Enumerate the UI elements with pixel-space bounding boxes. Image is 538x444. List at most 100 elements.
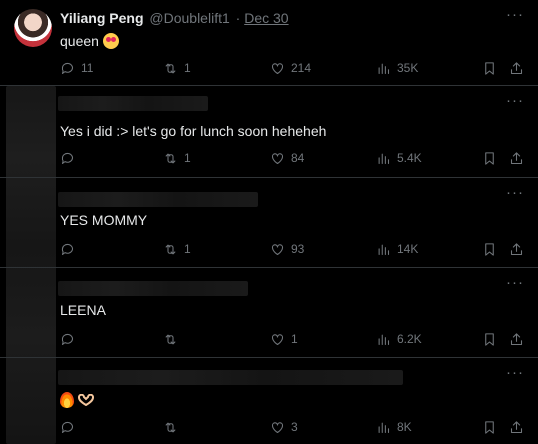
tweet-date[interactable]: Dec 30 (244, 10, 288, 26)
reply-icon (61, 333, 74, 345)
analytics-icon (378, 153, 390, 164)
bookmark-button[interactable] (482, 148, 497, 168)
reply-button[interactable]: 11 (60, 58, 93, 78)
reply-tweet[interactable]: ··· 3 8K (0, 358, 538, 444)
reply-button[interactable] (60, 239, 81, 259)
retweet-count: 1 (184, 61, 191, 75)
views-button[interactable]: 5.4K (376, 148, 422, 168)
like-count: 84 (291, 151, 305, 165)
views-button[interactable]: 6.2K (376, 329, 422, 349)
reply-tweet[interactable]: ··· YES MOMMY 1 93 14K (0, 178, 538, 268)
heart-hands-emoji (77, 394, 94, 406)
reply-button[interactable] (60, 329, 81, 349)
analytics-icon (378, 63, 390, 74)
reply-text: LEENA (60, 302, 106, 318)
retweet-button[interactable]: 1 (163, 58, 191, 78)
retweet-icon (165, 334, 176, 344)
retweet-button[interactable] (163, 417, 184, 437)
blurred-author (58, 192, 258, 207)
avatar[interactable] (14, 9, 52, 47)
retweet-icon (165, 244, 176, 254)
like-count: 1 (291, 332, 298, 346)
share-button[interactable] (509, 148, 524, 168)
bookmark-button[interactable] (482, 417, 497, 437)
like-button[interactable]: 3 (270, 417, 298, 437)
share-button[interactable] (509, 417, 524, 437)
like-button[interactable]: 1 (270, 329, 298, 349)
like-count: 3 (291, 420, 298, 434)
reply-icon (61, 243, 74, 255)
views-button[interactable]: 8K (376, 417, 412, 437)
view-count: 5.4K (397, 151, 422, 165)
heart-icon (271, 421, 284, 433)
retweet-count: 1 (184, 242, 191, 256)
heart-icon (271, 152, 284, 164)
retweet-icon (165, 63, 176, 73)
bookmark-button[interactable] (482, 239, 497, 259)
tweet-actions: 1 93 14K (60, 239, 530, 259)
heart-icon (271, 333, 284, 345)
share-button[interactable] (509, 58, 524, 78)
heart-eyes-emoji (102, 33, 119, 49)
reply-text: YES MOMMY (60, 212, 148, 228)
share-button[interactable] (509, 239, 524, 259)
blurred-author (58, 370, 403, 385)
reply-tweet[interactable]: ··· LEENA 1 6.2K (0, 268, 538, 358)
more-options-icon[interactable]: ··· (506, 7, 524, 22)
heart-icon (271, 62, 284, 74)
reply-icon (61, 152, 74, 164)
view-count: 35K (397, 61, 419, 75)
share-icon (510, 151, 523, 164)
fire-emoji (60, 392, 74, 408)
tweet-actions: 11 1 214 35K (60, 58, 530, 78)
tweet-text: queen (60, 33, 119, 49)
share-button[interactable] (509, 329, 524, 349)
bookmark-button[interactable] (482, 58, 497, 78)
views-button[interactable]: 14K (376, 239, 418, 259)
share-icon (510, 242, 523, 255)
like-count: 214 (291, 61, 312, 75)
blurred-author (58, 96, 208, 111)
retweet-button[interactable]: 1 (163, 239, 191, 259)
reply-tweet[interactable]: ··· Yes i did :> let's go for lunch soon… (0, 86, 538, 178)
share-icon (510, 420, 523, 433)
bookmark-icon (485, 242, 494, 256)
like-count: 93 (291, 242, 305, 256)
like-button[interactable]: 214 (270, 58, 311, 78)
retweet-button[interactable]: 1 (163, 148, 191, 168)
reply-text (60, 392, 94, 408)
retweet-icon (165, 153, 176, 163)
more-options-icon[interactable]: ··· (506, 185, 524, 200)
like-button[interactable]: 93 (270, 239, 304, 259)
heart-icon (271, 243, 284, 255)
analytics-icon (378, 422, 390, 433)
reply-text: Yes i did :> let's go for lunch soon heh… (60, 123, 327, 139)
like-button[interactable]: 84 (270, 148, 304, 168)
more-options-icon[interactable]: ··· (506, 365, 524, 380)
analytics-icon (378, 244, 390, 255)
retweet-count: 1 (184, 151, 191, 165)
tweet-header: Yiliang Peng @Doublelift1 · Dec 30 (60, 10, 289, 26)
tweet-actions: 1 84 5.4K (60, 148, 530, 168)
analytics-icon (378, 334, 390, 345)
more-options-icon[interactable]: ··· (506, 93, 524, 108)
tweet-text-content: queen (60, 33, 99, 49)
reply-icon (61, 421, 74, 433)
bookmark-button[interactable] (482, 329, 497, 349)
bookmark-icon (485, 420, 494, 434)
bookmark-icon (485, 332, 494, 346)
more-options-icon[interactable]: ··· (506, 275, 524, 290)
views-button[interactable]: 35K (376, 58, 418, 78)
main-tweet[interactable]: Yiliang Peng @Doublelift1 · Dec 30 ··· q… (0, 0, 538, 86)
view-count: 6.2K (397, 332, 422, 346)
reply-button[interactable] (60, 148, 81, 168)
view-count: 8K (397, 420, 412, 434)
author-handle[interactable]: @Doublelift1 (149, 10, 229, 26)
author-name[interactable]: Yiliang Peng (60, 10, 144, 26)
share-icon (510, 332, 523, 345)
reply-button[interactable] (60, 417, 81, 437)
reply-count: 11 (81, 61, 94, 75)
reply-icon (61, 62, 74, 74)
view-count: 14K (397, 242, 419, 256)
retweet-button[interactable] (163, 329, 184, 349)
